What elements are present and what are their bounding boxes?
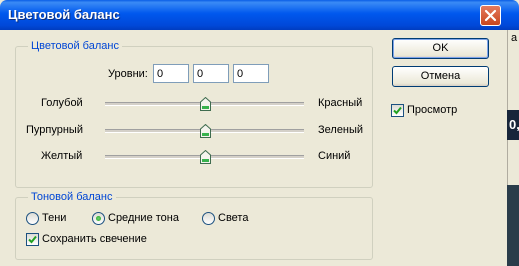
level-input-1[interactable] bbox=[153, 64, 189, 83]
checkmark-icon bbox=[28, 235, 37, 244]
radio-highlights[interactable] bbox=[202, 212, 215, 225]
background-text: а bbox=[511, 32, 518, 44]
magenta-green-slider-thumb[interactable] bbox=[200, 124, 211, 138]
tone-balance-legend: Тоновой баланс bbox=[28, 191, 116, 203]
cancel-button[interactable]: Отмена bbox=[392, 66, 489, 87]
slider-right-label-green: Зеленый bbox=[318, 124, 364, 136]
yellow-blue-slider-thumb[interactable] bbox=[200, 150, 211, 164]
preserve-luminosity-label[interactable]: Сохранить свечение bbox=[42, 233, 147, 245]
radio-selected-dot bbox=[96, 216, 101, 221]
radio-highlights-label[interactable]: Света bbox=[218, 212, 248, 224]
background-image bbox=[507, 185, 519, 266]
level-input-3[interactable] bbox=[233, 64, 269, 83]
ok-button[interactable]: OK bbox=[392, 38, 489, 59]
tone-balance-group bbox=[15, 197, 373, 260]
checkmark-icon bbox=[393, 106, 402, 115]
background-value: 0, bbox=[509, 117, 519, 132]
radio-midtones[interactable] bbox=[92, 212, 105, 225]
window-title: Цветовой баланс bbox=[8, 7, 120, 22]
dialog-body: Цветовой баланс Уровни: Голубой Красный … bbox=[0, 30, 507, 266]
radio-shadows-label[interactable]: Тени bbox=[42, 212, 66, 224]
level-input-2[interactable] bbox=[193, 64, 229, 83]
close-icon bbox=[484, 9, 497, 22]
slider-left-label-cyan: Голубой bbox=[41, 97, 83, 109]
background-dark-panel: 0, bbox=[507, 110, 519, 140]
preserve-luminosity-checkbox[interactable] bbox=[26, 233, 39, 246]
levels-label: Уровни: bbox=[108, 68, 148, 80]
close-button[interactable] bbox=[480, 5, 501, 26]
preview-label[interactable]: Просмотр bbox=[407, 104, 457, 116]
slider-right-label-blue: Синий bbox=[318, 150, 351, 162]
preview-checkbox[interactable] bbox=[391, 104, 404, 117]
slider-right-label-red: Красный bbox=[318, 97, 363, 109]
title-bar[interactable]: Цветовой баланс bbox=[0, 0, 519, 30]
slider-left-label-yellow: Желтый bbox=[41, 150, 83, 162]
cyan-red-slider-thumb[interactable] bbox=[200, 97, 211, 111]
slider-left-label-magenta: Пурпурный bbox=[26, 124, 83, 136]
radio-shadows[interactable] bbox=[26, 212, 39, 225]
color-balance-legend: Цветовой баланс bbox=[28, 40, 122, 52]
radio-midtones-label[interactable]: Средние тона bbox=[108, 212, 179, 224]
